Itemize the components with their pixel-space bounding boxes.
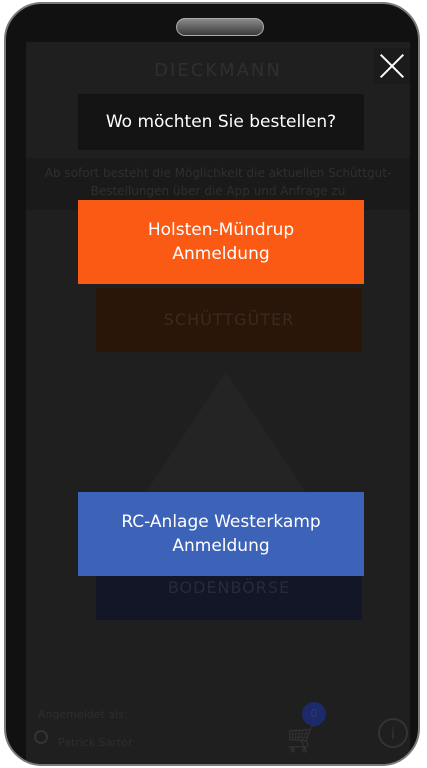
- app-screen: DIECKMANN Ab sofort besteht die Möglichk…: [26, 42, 410, 764]
- holsten-muendrup-login-button[interactable]: Holsten-Mündrup Anmeldung: [78, 200, 364, 284]
- option-title: RC-Anlage Westerkamp: [121, 512, 321, 532]
- close-icon[interactable]: [374, 48, 410, 84]
- order-location-dialog: Wo möchten Sie bestellen? Holsten-Mündru…: [26, 42, 410, 764]
- phone-speaker: [176, 18, 264, 36]
- dialog-question: Wo möchten Sie bestellen?: [78, 94, 364, 150]
- rc-anlage-westerkamp-login-button[interactable]: RC-Anlage Westerkamp Anmeldung: [78, 492, 364, 576]
- option-subtitle: Anmeldung: [172, 536, 270, 556]
- option-subtitle: Anmeldung: [172, 244, 270, 264]
- option-title: Holsten-Mündrup: [147, 220, 295, 240]
- phone-frame: DIECKMANN Ab sofort besteht die Möglichk…: [4, 2, 420, 766]
